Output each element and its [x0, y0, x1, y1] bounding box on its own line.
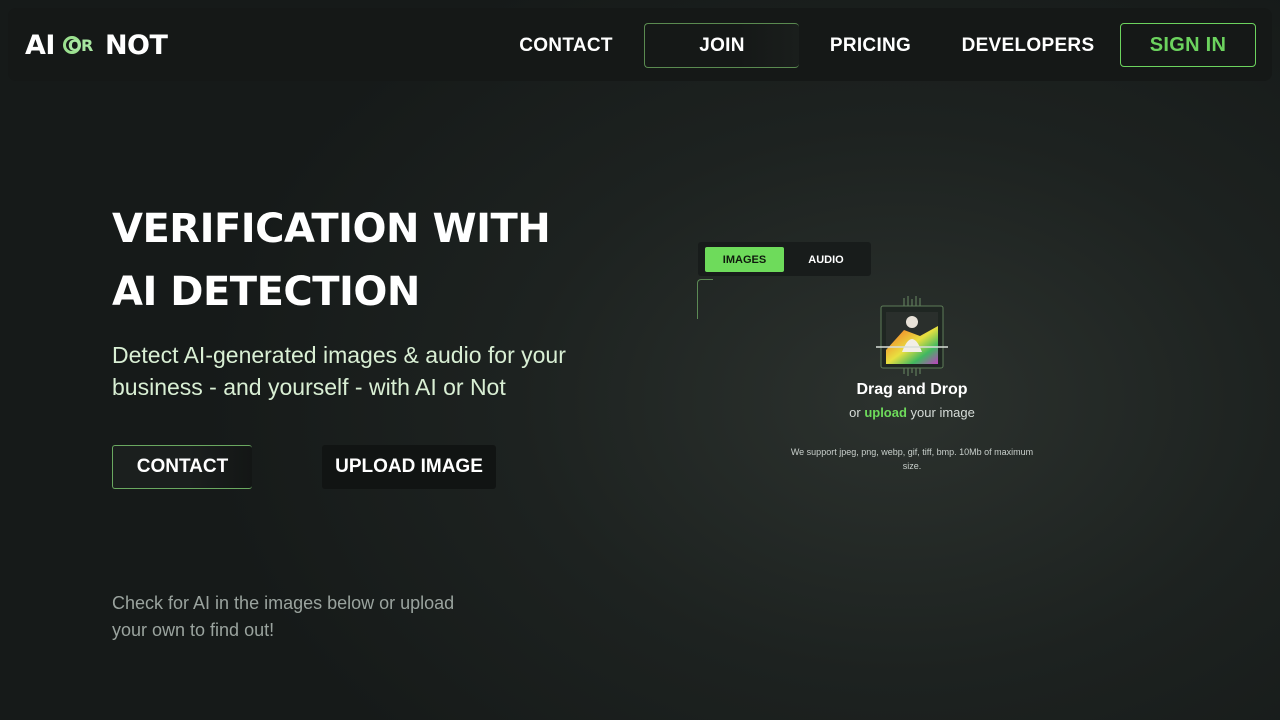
drop-suffix: your image	[910, 405, 975, 420]
hero-contact-button[interactable]: CONTACT	[112, 445, 252, 489]
hero-title-line2: AI DETECTION	[112, 269, 420, 315]
hero-title: VERIFICATION WITH AI DETECTION	[112, 198, 632, 324]
logo[interactable]: AI OR NOT	[25, 29, 168, 61]
upload-image-button[interactable]: UPLOAD IMAGE	[322, 445, 496, 489]
logo-or-badge: OR	[62, 34, 97, 56]
hero-subtitle: Detect AI-generated images & audio for y…	[112, 342, 566, 400]
dropzone-corner-decoration	[697, 279, 713, 319]
nav-contact-link[interactable]: CONTACT	[508, 23, 624, 68]
nav-join-button[interactable]: JOIN	[644, 23, 799, 68]
sign-in-button[interactable]: SIGN IN	[1120, 23, 1256, 67]
logo-not: NOT	[104, 29, 168, 61]
drop-prefix: or	[849, 405, 861, 420]
hero-title-line1: VERIFICATION WITH	[112, 206, 551, 252]
logo-or: OR	[67, 36, 93, 55]
media-tabs: IMAGES AUDIO	[698, 242, 871, 276]
logo-ai: AI	[25, 29, 55, 61]
supported-formats-note: We support jpeg, png, webp, gif, tiff, b…	[790, 447, 1034, 471]
tab-audio[interactable]: AUDIO	[790, 247, 862, 272]
upload-link[interactable]: upload	[864, 405, 907, 420]
image-scan-icon[interactable]	[874, 296, 950, 376]
navbar: AI OR NOT CONTACT JOIN PRICING DEVELOPER…	[8, 8, 1272, 81]
nav-developers-link[interactable]: DEVELOPERS	[960, 23, 1096, 68]
drop-title: Drag and Drop	[856, 381, 968, 398]
hero-hint: Check for AI in the images below or uplo…	[112, 593, 455, 640]
tab-images[interactable]: IMAGES	[705, 247, 784, 272]
drop-subtitle: or upload your image	[812, 405, 1012, 420]
nav-pricing-link[interactable]: PRICING	[813, 23, 928, 68]
